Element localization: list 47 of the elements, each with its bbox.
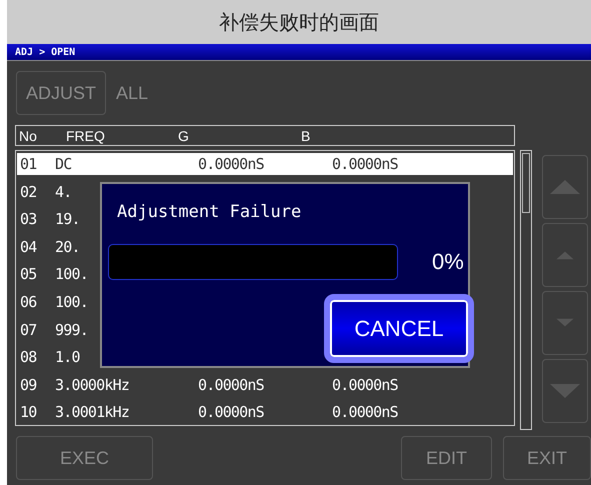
frequency-cell: 100. [55,265,88,284]
column-header: FREQ [66,128,105,144]
b-cell: 0.0000nS [332,376,398,394]
progress-percent: 0% [432,249,464,275]
g-cell: 0.0000nS [198,155,264,173]
scroll-thumb[interactable] [522,153,530,213]
frequency-cell: 19. [55,210,80,228]
scroll-down-button[interactable] [542,291,588,355]
up-triangle-icon [550,180,580,194]
frequency-cell: 3.0001kHz [55,403,130,422]
row-number: 05 [20,265,36,284]
row-number: 04 [20,238,36,256]
scrollbar[interactable] [520,150,532,430]
frequency-cell: 3.0000kHz [55,376,130,394]
row-number: 09 [20,376,36,394]
row-number: 07 [20,320,36,339]
mode-label: ALL [116,82,148,104]
frequency-cell: 1.0 [55,348,80,366]
g-cell: 0.0000nS [198,403,264,422]
column-header: No [19,128,37,144]
g-cell: 0.0000nS [198,376,264,394]
dialog-title: Adjustment Failure [116,201,302,222]
caption: 补偿失败时的画面 [219,8,379,36]
row-number: 03 [20,210,36,228]
scroll-up-button[interactable] [542,223,588,287]
down-triangle-icon [550,384,580,398]
row-number: 02 [20,182,36,201]
row-number: 06 [20,292,36,311]
cancel-button[interactable]: CANCEL [324,294,474,363]
scroll-up-button[interactable] [542,155,588,219]
frequency-cell: 20. [55,238,80,256]
row-number: 08 [20,348,36,366]
row-number: 01 [20,155,36,173]
b-cell: 0.0000nS [332,403,398,422]
column-header: B [301,128,310,144]
frequency-cell: 999. [55,320,88,339]
row-number: 10 [20,403,36,422]
frequency-cell: 4. [55,182,72,201]
breadcrumb: ADJ > OPEN [15,46,76,58]
table-row[interactable]: 01 DC 0.0000nS 0.0000nS [17,153,513,175]
frequency-cell: 100. [55,292,88,311]
column-header: G [178,128,189,144]
table-row[interactable]: 10 3.0001kHz 0.0000nS 0.0000nS [17,401,513,424]
scroll-down-button[interactable] [542,359,588,423]
b-cell: 0.0000nS [332,155,398,173]
frequency-cell: DC [55,155,72,173]
table-row[interactable]: 09 3.0000kHz 0.0000nS 0.0000nS [17,374,513,396]
